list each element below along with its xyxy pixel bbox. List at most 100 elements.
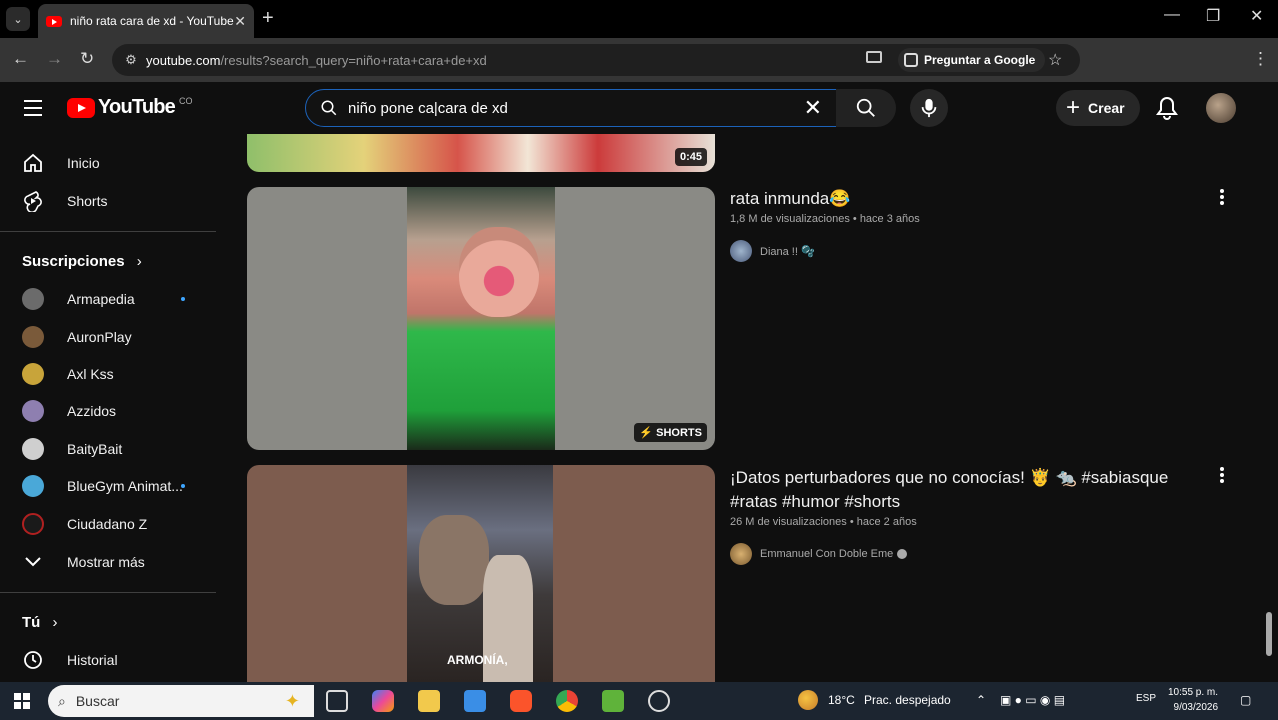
- channel-avatar: [22, 512, 44, 535]
- sidebar-item-label: Inicio: [67, 154, 100, 171]
- sidebar-item-history[interactable]: Historial: [0, 641, 216, 678]
- notifications-icon[interactable]: ▢: [1240, 693, 1251, 707]
- chevron-down-icon: ⌄: [13, 13, 23, 26]
- home-icon: [22, 152, 44, 174]
- divider: [0, 592, 216, 593]
- you-label: Tú: [22, 614, 41, 631]
- tray-icons[interactable]: ▣ ● ▭ ◉ ▤: [1000, 693, 1065, 707]
- sidebar-item-label: BlueGym Animat...: [67, 477, 183, 494]
- recorder-icon[interactable]: [648, 690, 670, 712]
- microphone-icon: [921, 98, 937, 118]
- channel-avatar: [22, 399, 44, 422]
- channel-avatar: [730, 240, 752, 262]
- new-content-dot: [181, 483, 185, 488]
- search-icon: ⌕: [58, 692, 66, 709]
- sidebar-item-baitybait[interactable]: BaityBait: [0, 430, 216, 467]
- sparkle-icon: ✦: [284, 690, 300, 711]
- channel-link[interactable]: Diana !! 🫧: [730, 240, 815, 262]
- taskbar-search-input[interactable]: ⌕ Buscar ✦: [48, 685, 314, 717]
- video-thumbnail[interactable]: 0:45: [247, 134, 715, 172]
- sidebar-item-axl-kss[interactable]: Axl Kss: [0, 355, 216, 392]
- page-scrollbar[interactable]: [1266, 612, 1272, 656]
- star-icon[interactable]: ☆: [1048, 50, 1062, 70]
- store-icon[interactable]: [464, 690, 486, 712]
- minimize-icon[interactable]: —: [1164, 6, 1180, 24]
- upload-age: hace 3 años: [859, 213, 920, 225]
- chevron-right-icon: ›: [52, 614, 58, 631]
- browser-tab-active[interactable]: niño rata cara de xd - YouTube ✕: [38, 4, 254, 38]
- chrome-icon[interactable]: [556, 690, 578, 712]
- minecraft-icon[interactable]: [602, 690, 624, 712]
- reload-icon[interactable]: ↻: [80, 49, 94, 69]
- shorts-badge: ⚡ SHORTS: [634, 423, 707, 442]
- youtube-logo[interactable]: YouTube CO: [67, 96, 192, 119]
- verified-icon: [897, 549, 908, 559]
- new-tab-button[interactable]: +: [262, 8, 274, 28]
- sidebar-item-azzidos[interactable]: Azzidos: [0, 392, 216, 429]
- close-tab-icon[interactable]: ✕: [234, 13, 246, 30]
- sidebar-item-ciudadano-z[interactable]: Ciudadano Z: [0, 505, 216, 542]
- weather-condition[interactable]: Prac. despejado: [864, 693, 951, 707]
- more-options-icon[interactable]: [1220, 467, 1224, 485]
- search-button[interactable]: [836, 89, 896, 127]
- chevron-right-icon: ›: [136, 253, 142, 270]
- ask-google-button[interactable]: Preguntar a Google: [898, 48, 1046, 72]
- search-input[interactable]: niño pone ca|cara de xd ✕: [305, 89, 837, 127]
- new-content-dot: [181, 296, 185, 301]
- sidebar-item-armapedia[interactable]: Armapedia: [0, 280, 216, 317]
- tray-overflow-icon[interactable]: ⌃: [976, 693, 986, 707]
- tab-title: niño rata cara de xd - YouTube: [70, 14, 234, 28]
- video-title[interactable]: rata inmunda😂: [730, 187, 850, 211]
- sidebar-item-label: BaityBait: [67, 440, 123, 457]
- country-code: CO: [178, 95, 193, 106]
- browser-menu-icon[interactable]: ⋮: [1252, 49, 1269, 69]
- copilot-icon[interactable]: [372, 690, 394, 712]
- windows-start-icon[interactable]: [14, 693, 30, 709]
- youtube-wordmark: YouTube: [98, 96, 176, 118]
- video-thumbnail[interactable]: ⚡ SHORTS: [247, 187, 715, 450]
- clock-time: 10:55 p. m.: [1168, 687, 1219, 698]
- video-thumbnail[interactable]: ARMONÍA,: [247, 465, 715, 682]
- subscriptions-header[interactable]: Suscripciones ›: [22, 253, 142, 270]
- clear-search-icon[interactable]: ✕: [804, 95, 822, 121]
- youtube-header: YouTube CO niño pone ca|cara de xd ✕ + C…: [0, 82, 1278, 134]
- more-options-icon[interactable]: [1220, 189, 1224, 207]
- channel-avatar: [22, 362, 44, 385]
- task-view-icon[interactable]: [326, 690, 348, 712]
- video-caption: ARMONÍA,: [447, 653, 508, 667]
- site-info-icon[interactable]: ⚙: [116, 52, 146, 68]
- search-icon: [321, 100, 337, 116]
- menu-icon[interactable]: [24, 100, 42, 121]
- voice-search-button[interactable]: [910, 89, 948, 127]
- forward-icon[interactable]: →: [46, 49, 63, 69]
- maximize-icon[interactable]: ❐: [1206, 6, 1220, 26]
- chevron-down-icon: [22, 551, 44, 573]
- address-bar[interactable]: ⚙ youtube.com/results?search_query=niño+…: [112, 44, 1080, 76]
- tab-search-menu-button[interactable]: ⌄: [6, 7, 30, 31]
- close-window-icon[interactable]: ✕: [1250, 6, 1263, 26]
- file-explorer-icon[interactable]: [418, 690, 440, 712]
- brave-browser-icon[interactable]: [510, 690, 532, 712]
- cast-icon[interactable]: [866, 51, 882, 63]
- sidebar-item-auronplay[interactable]: AuronPlay: [0, 318, 216, 355]
- sidebar-item-bluegym[interactable]: BlueGym Animat...: [0, 467, 216, 504]
- account-avatar[interactable]: [1206, 93, 1236, 123]
- clock[interactable]: 10:55 p. m. 9/03/2026: [1168, 685, 1218, 715]
- channel-avatar: [730, 543, 752, 565]
- video-title[interactable]: ¡Datos perturbadores que no conocías! 🤴 …: [730, 466, 1200, 514]
- history-icon: [22, 649, 44, 671]
- bell-icon[interactable]: [1156, 96, 1178, 120]
- sidebar-item-home[interactable]: Inicio: [0, 144, 216, 181]
- create-button[interactable]: + Crear: [1056, 90, 1140, 126]
- temperature[interactable]: 18°C: [828, 693, 855, 707]
- video-metadata: 26 M de visualizaciones • hace 2 años: [730, 516, 917, 528]
- channel-link[interactable]: Emmanuel Con Doble Eme: [730, 543, 908, 565]
- you-header[interactable]: Tú ›: [22, 614, 58, 631]
- plus-icon: +: [1066, 94, 1081, 121]
- channel-avatar: [22, 325, 44, 348]
- youtube-play-icon: [67, 97, 95, 118]
- sidebar-show-more[interactable]: Mostrar más: [0, 543, 216, 580]
- back-icon[interactable]: ←: [12, 49, 29, 69]
- language-indicator[interactable]: ESP: [1136, 693, 1156, 704]
- sidebar-item-shorts[interactable]: Shorts: [0, 182, 216, 219]
